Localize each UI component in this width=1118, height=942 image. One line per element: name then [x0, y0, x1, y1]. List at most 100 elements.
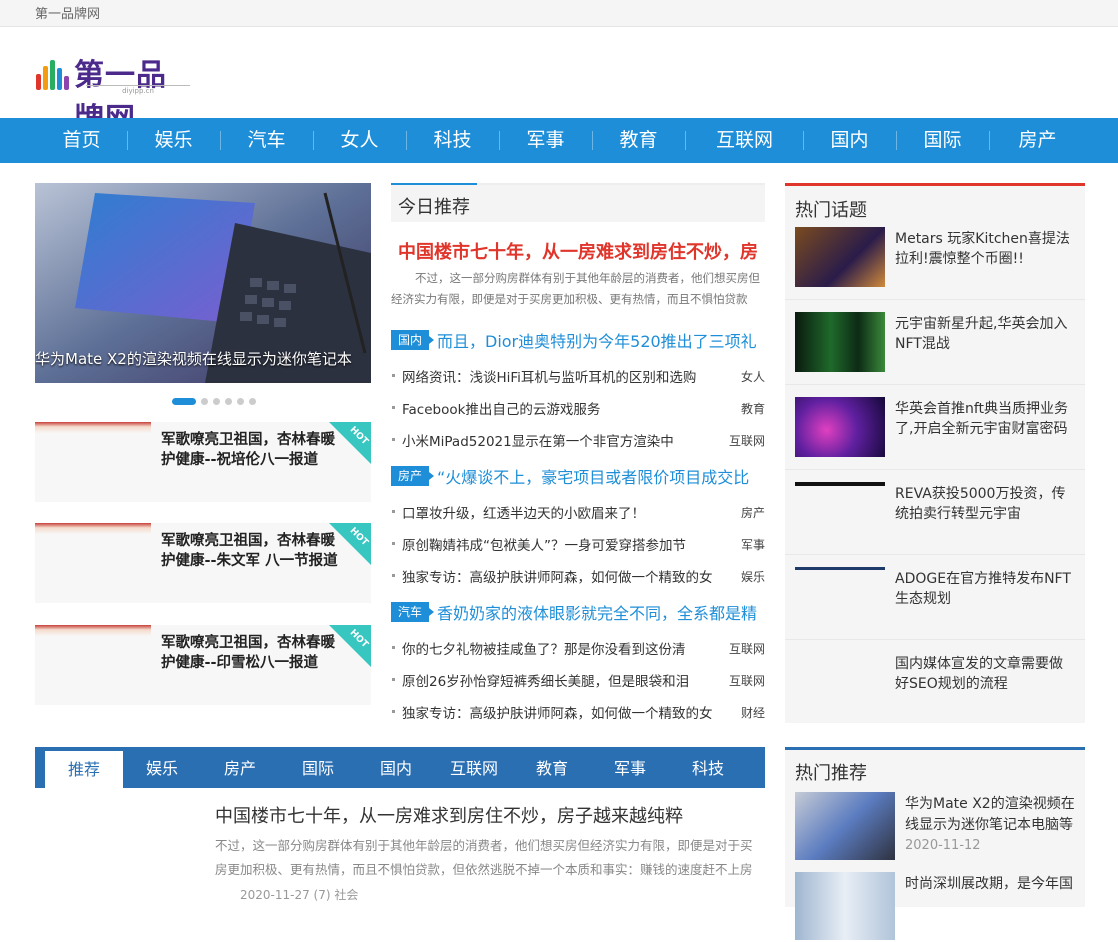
recommend-item[interactable]: 时尚深圳展改期，是今年国 [795, 872, 1085, 942]
today-section-header: 今日推荐 [391, 183, 765, 222]
recommend-item[interactable]: 华为Mate X2的渲染视频在线显示为迷你笔记本电脑等 2020-11-12 [795, 792, 1085, 862]
list-item-title[interactable]: 原创26岁孙怡穿短裤秀细长美腿，但是眼袋和泪 [402, 670, 720, 690]
tab-education[interactable]: 教育 [513, 747, 591, 788]
category-tabs: 推荐 娱乐 房产 国际 国内 互联网 教育 军事 科技 [35, 747, 765, 788]
hot-card[interactable]: 军歌嘹亮卫祖国，杏林春暖护健康--祝培伦八一报道 HOT [35, 422, 371, 502]
group-title[interactable]: 香奶奶家的液体眼影就完全不同，全系都是精 [437, 600, 763, 624]
nav-item-realestate[interactable]: 房产 [991, 118, 1084, 163]
nav-item-domestic[interactable]: 国内 [803, 118, 896, 163]
tab-recommend[interactable]: 推荐 [45, 751, 123, 788]
list-item-title[interactable]: 你的七夕礼物被挂咸鱼了？那是你没看到这份清 [402, 638, 720, 658]
section-title: 今日推荐 [398, 197, 470, 218]
topic-item[interactable]: 国内媒体宣发的文章需要做好SEO规划的流程 [785, 640, 1085, 725]
nav-item-tech[interactable]: 科技 [406, 118, 499, 163]
topic-item[interactable]: 华英会首推nft典当质押业务了,开启全新元宇宙财富密码 [785, 385, 1085, 470]
tab-military[interactable]: 军事 [591, 747, 669, 788]
hot-card[interactable]: 军歌嘹亮卫祖国，杏林春暖护健康--印雪松八一报道 HOT [35, 625, 371, 705]
list-item-title[interactable]: 小米MiPad52021显示在第一个非官方渲染中 [402, 430, 720, 450]
topic-title[interactable]: Metars 玩家Kitchen喜提法拉利!震惊整个币圈!! [895, 229, 1075, 269]
site-name[interactable]: 第一品牌网 [35, 3, 100, 22]
featured-slider[interactable]: 华为Mate X2的渲染视频在线显示为迷你笔记本 [35, 183, 371, 383]
topic-item[interactable]: REVA获投5000万投资，传统拍卖行转型元宇宙 [785, 470, 1085, 555]
list-item[interactable]: 原创26岁孙怡穿短裤秀细长美腿，但是眼袋和泪 互联网 [391, 670, 765, 692]
list-item-title[interactable]: 原创鞠婧祎成“包袱美人”？一身可爱穿搭参加节 [402, 534, 720, 554]
list-item-category[interactable]: 房产 [741, 504, 765, 521]
tab-internet[interactable]: 互联网 [435, 747, 513, 788]
nav-item-international[interactable]: 国际 [896, 118, 989, 163]
list-item[interactable]: Facebook推出自己的云游戏服务 教育 [391, 398, 765, 420]
topic-item[interactable]: Metars 玩家Kitchen喜提法拉利!震惊整个币圈!! [785, 215, 1085, 300]
list-item-category[interactable]: 互联网 [729, 432, 765, 449]
category-tag[interactable]: 汽车 [391, 602, 434, 622]
slider-dot[interactable] [225, 398, 232, 405]
article-meta: 2020-11-27 (7) 社会 [240, 888, 359, 902]
card-title: 军歌嘹亮卫祖国，杏林春暖护健康--祝培伦八一报道 [161, 432, 335, 468]
nav-item-home[interactable]: 首页 [35, 118, 128, 163]
nav-item-entertainment[interactable]: 娱乐 [127, 118, 220, 163]
list-item-category[interactable]: 女人 [741, 368, 765, 385]
list-item[interactable]: 口罩妆升级，红透半边天的小欧眉来了！ 房产 [391, 502, 765, 524]
nav-item-education[interactable]: 教育 [592, 118, 685, 163]
list-item-title[interactable]: 网络资讯：浅谈HiFi耳机与监听耳机的区别和选购 [402, 366, 720, 386]
category-tag[interactable]: 国内 [391, 330, 434, 350]
tab-domestic[interactable]: 国内 [357, 747, 435, 788]
list-item-category[interactable]: 娱乐 [741, 568, 765, 585]
slider-dot-active[interactable] [172, 398, 196, 405]
article-summary: 不过，这一部分购房群体有别于其他年龄层的消费者，他们想买房但经济实力有限，即便是… [215, 838, 753, 877]
recommend-date: 2020-11-12 [905, 838, 981, 853]
list-item[interactable]: 原创鞠婧祎成“包袱美人”？一身可爱穿搭参加节 军事 [391, 534, 765, 556]
slider-dot[interactable] [201, 398, 208, 405]
topic-item[interactable]: ADOGE在官方推特发布NFT生态规划 [785, 555, 1085, 640]
topic-title[interactable]: 元宇宙新星升起,华英会加入NFT混战 [895, 314, 1075, 354]
category-tag[interactable]: 房产 [391, 466, 434, 486]
topic-title[interactable]: 国内媒体宣发的文章需要做好SEO规划的流程 [895, 654, 1075, 694]
recommend-title[interactable]: 华为Mate X2的渲染视频在线显示为迷你笔记本电脑等 [905, 794, 1080, 836]
panel-title: 热门推荐 [795, 763, 867, 784]
list-item[interactable]: 独家专访：高级护肤讲师阿森，如何做一个精致的女 财经 [391, 702, 765, 724]
list-item[interactable]: 网络资讯：浅谈HiFi耳机与监听耳机的区别和选购 女人 [391, 366, 765, 388]
list-item-title[interactable]: 口罩妆升级，红透半边天的小欧眉来了！ [402, 502, 720, 522]
list-item-category[interactable]: 教育 [741, 400, 765, 417]
topic-title[interactable]: REVA获投5000万投资，传统拍卖行转型元宇宙 [895, 484, 1075, 524]
recommend-title[interactable]: 时尚深圳展改期，是今年国 [905, 874, 1080, 895]
group-header[interactable]: 国内 而且，Dior迪奥特别为今年520推出了三项礼 [391, 328, 765, 352]
nav-item-internet[interactable]: 互联网 [698, 118, 791, 163]
group-title[interactable]: “火爆谈不上，豪宅项目或者限价项目成交比 [437, 464, 763, 488]
list-item[interactable]: 你的七夕礼物被挂咸鱼了？那是你没看到这份清 互联网 [391, 638, 765, 660]
topic-title[interactable]: ADOGE在官方推特发布NFT生态规划 [895, 569, 1075, 609]
logo-icon [36, 58, 72, 90]
list-item-category[interactable]: 军事 [741, 536, 765, 553]
nav-item-auto[interactable]: 汽车 [220, 118, 313, 163]
list-item-category[interactable]: 互联网 [729, 672, 765, 689]
tab-international[interactable]: 国际 [279, 747, 357, 788]
list-item[interactable]: 独家专访：高级护肤讲师阿森，如何做一个精致的女 娱乐 [391, 566, 765, 588]
nav-item-women[interactable]: 女人 [313, 118, 406, 163]
list-item-title[interactable]: Facebook推出自己的云游戏服务 [402, 398, 720, 418]
today-headline[interactable]: 中国楼市七十年，从一房难求到房住不炒，房 [398, 238, 760, 264]
tab-realestate[interactable]: 房产 [201, 747, 279, 788]
slider-dot[interactable] [237, 398, 244, 405]
list-item-title[interactable]: 独家专访：高级护肤讲师阿森，如何做一个精致的女 [402, 702, 720, 722]
group-title[interactable]: 而且，Dior迪奥特别为今年520推出了三项礼 [437, 328, 763, 352]
hot-card[interactable]: 军歌嘹亮卫祖国，杏林春暖护健康--朱文军 八一节报道 HOT [35, 523, 371, 603]
top-bar: 第一品牌网 [0, 0, 1118, 27]
site-logo[interactable]: 第一品牌网 diyipp.cn [36, 50, 196, 137]
list-item-category[interactable]: 互联网 [729, 640, 765, 657]
tab-entertainment[interactable]: 娱乐 [123, 747, 201, 788]
list-item-title[interactable]: 独家专访：高级护肤讲师阿森，如何做一个精致的女 [402, 566, 720, 586]
tab-tech[interactable]: 科技 [669, 747, 747, 788]
main-nav: 首页 娱乐 汽车 女人 科技 军事 教育 互联网 国内 国际 房产 [0, 118, 1118, 163]
card-title: 军歌嘹亮卫祖国，杏林春暖护健康--印雪松八一报道 [161, 635, 335, 671]
topic-thumbnail [795, 227, 885, 287]
topic-thumbnail [795, 482, 885, 542]
slider-dot[interactable] [249, 398, 256, 405]
article-title[interactable]: 中国楼市七十年，从一房难求到房住不炒，房子越来越纯粹 [215, 802, 683, 828]
group-header[interactable]: 房产 “火爆谈不上，豪宅项目或者限价项目成交比 [391, 464, 765, 488]
topic-item[interactable]: 元宇宙新星升起,华英会加入NFT混战 [785, 300, 1085, 385]
list-item-category[interactable]: 财经 [741, 704, 765, 721]
list-item[interactable]: 小米MiPad52021显示在第一个非官方渲染中 互联网 [391, 430, 765, 452]
topic-title[interactable]: 华英会首推nft典当质押业务了,开启全新元宇宙财富密码 [895, 399, 1075, 439]
slider-dot[interactable] [213, 398, 220, 405]
nav-item-military[interactable]: 军事 [499, 118, 592, 163]
group-header[interactable]: 汽车 香奶奶家的液体眼影就完全不同，全系都是精 [391, 600, 765, 624]
